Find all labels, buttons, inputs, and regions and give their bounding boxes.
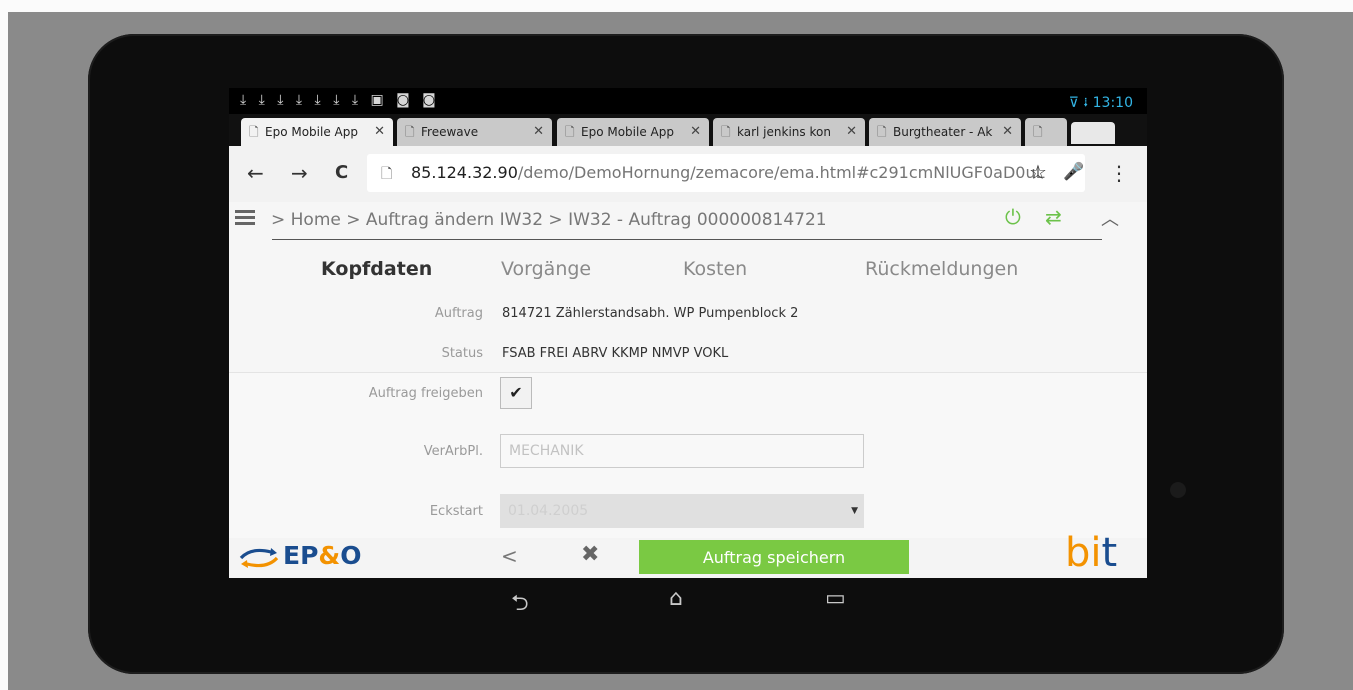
app-header: > Home > Auftrag ändern IW32 > IW32 - Au… (229, 202, 1147, 240)
swap-icon[interactable]: ⇄ (1045, 205, 1062, 229)
status-bar: ⤓ ⤓ ⤓ ⤓ ⤓ ⤓ ⤓ ▣ ◙ ◙ ⊽ ⭭ 13:10 (229, 88, 1147, 114)
tab-vorgaenge[interactable]: Vorgänge (501, 258, 591, 280)
auftrag-value: 814721 Zählerstandsabh. WP Pumpenblock 2 (502, 306, 799, 321)
tab-kopfdaten[interactable]: Kopfdaten (321, 258, 432, 280)
tablet-camera (1170, 482, 1186, 498)
document-icon: 🗋 (405, 125, 415, 139)
android-home-icon[interactable]: ⌂ (669, 586, 683, 611)
close-tab-icon[interactable]: ✕ (1002, 118, 1013, 146)
browser-tab-strip: 🗋 Epo Mobile App ✕ 🗋 Freewave ✕ 🗋 Epo Mo… (229, 114, 1147, 146)
browser-toolbar: ← → C 🗋 85.124.32.90/demo/DemoHornung/ze… (229, 146, 1147, 203)
browser-tab[interactable]: 🗋 Epo Mobile App ✕ (557, 118, 709, 146)
status-label: Status (441, 346, 483, 361)
browser-tab[interactable]: 🗋 Freewave ✕ (397, 118, 552, 146)
address-bar[interactable]: 🗋 85.124.32.90/demo/DemoHornung/zemacore… (367, 154, 1085, 192)
url-text[interactable]: 85.124.32.90/demo/DemoHornung/zemacore/e… (411, 163, 1045, 182)
ep-logo-swirl-icon (239, 548, 279, 568)
close-tab-icon[interactable]: ✕ (846, 118, 857, 146)
close-tab-icon[interactable]: ✕ (690, 118, 701, 146)
url-host: 85.124.32.90 (411, 163, 518, 182)
browser-tab[interactable]: 🗋 (1025, 118, 1067, 146)
freigeben-checkbox[interactable]: ✔ (500, 377, 532, 409)
forward-arrow-icon[interactable]: → (291, 161, 308, 185)
close-tab-icon[interactable]: ✕ (533, 118, 544, 146)
android-back-icon[interactable]: ⮌ (511, 586, 529, 624)
browser-tab[interactable]: 🗋 Burgtheater - Ak ✕ (869, 118, 1021, 146)
eckstart-select[interactable]: 01.04.2005 ▼ (500, 494, 864, 528)
cancel-button[interactable]: ✖ (581, 542, 599, 567)
tab-title: Epo Mobile App (265, 125, 358, 139)
overflow-menu-icon[interactable]: ⋮ (1109, 161, 1129, 185)
backdrop-top (0, 0, 1353, 12)
document-icon: 🗋 (249, 125, 259, 139)
freigeben-label: Auftrag freigeben (368, 386, 483, 401)
hamburger-menu-icon[interactable] (235, 210, 255, 226)
browser-tab[interactable]: 🗋 karl jenkins kon ✕ (713, 118, 865, 146)
document-icon: 🗋 (565, 125, 575, 139)
page-tabs: Kopfdaten Vorgänge Kosten Rückmeldungen (229, 252, 1147, 292)
tab-title: Burgtheater - Ak (893, 125, 993, 139)
verarbpl-label: VerArbPl. (423, 444, 483, 459)
eckstart-label: Eckstart (429, 504, 483, 519)
android-navigation-bar: ⮌ ⌂ ▭ (229, 578, 1147, 628)
auftrag-label: Auftrag (434, 306, 483, 321)
microphone-icon[interactable]: 🎤 (1063, 162, 1084, 182)
notification-icons: ⤓ ⤓ ⤓ ⤓ ⤓ ⤓ ⤓ ▣ ◙ ◙ (240, 92, 440, 108)
breadcrumb[interactable]: > Home > Auftrag ändern IW32 > IW32 - Au… (271, 210, 827, 230)
section-divider (229, 372, 1147, 373)
page-info-icon[interactable]: 🗋 (381, 163, 392, 187)
back-arrow-icon[interactable]: ← (247, 161, 264, 185)
app-footer: EP&O < ✖ Auftrag speichern bit (229, 530, 1147, 578)
android-recents-icon[interactable]: ▭ (825, 586, 846, 611)
chevron-up-icon[interactable]: ︿ (1101, 205, 1119, 231)
tab-rueckmeldungen[interactable]: Rückmeldungen (865, 258, 1018, 280)
status-right: ⊽ ⭭ 13:10 (1069, 92, 1133, 116)
tab-title: Freewave (421, 125, 479, 139)
dropdown-caret-icon: ▼ (851, 506, 858, 516)
verarbpl-input[interactable] (500, 434, 864, 468)
bookmark-star-icon[interactable]: ☆ (1029, 160, 1047, 184)
checkmark-icon: ✔ (509, 383, 523, 402)
new-tab-button[interactable] (1071, 122, 1115, 144)
wifi-icon: ⊽ ⭭ (1068, 95, 1089, 111)
reload-icon[interactable]: C (335, 162, 348, 183)
tab-kosten[interactable]: Kosten (683, 258, 747, 280)
save-order-button[interactable]: Auftrag speichern (639, 540, 909, 574)
web-page: > Home > Auftrag ändern IW32 > IW32 - Au… (229, 202, 1147, 578)
url-path: /demo/DemoHornung/zemacore/ema.html#c291… (517, 163, 1045, 182)
document-icon: 🗋 (877, 125, 887, 139)
document-icon: 🗋 (721, 125, 731, 139)
tablet-screen: ⤓ ⤓ ⤓ ⤓ ⤓ ⤓ ⤓ ▣ ◙ ◙ ⊽ ⭭ 13:10 🗋 Epo Mobi… (229, 88, 1147, 578)
tab-title: karl jenkins kon (737, 125, 831, 139)
close-tab-icon[interactable]: ✕ (374, 118, 385, 146)
document-icon: 🗋 (1033, 125, 1043, 139)
ep-logo: EP&O (283, 541, 362, 570)
clock: 13:10 (1092, 95, 1133, 111)
bit-logo: bit (1065, 530, 1118, 576)
power-icon[interactable]: ⏻ (1005, 205, 1021, 229)
back-button[interactable]: < (501, 544, 518, 568)
browser-tab[interactable]: 🗋 Epo Mobile App ✕ (241, 118, 393, 146)
header-divider (272, 239, 1102, 240)
tab-title: Epo Mobile App (581, 125, 674, 139)
status-value: FSAB FREI ABRV KKMP NMVP VOKL (502, 346, 729, 361)
backdrop-left (0, 0, 8, 690)
eckstart-value: 01.04.2005 (508, 503, 589, 519)
